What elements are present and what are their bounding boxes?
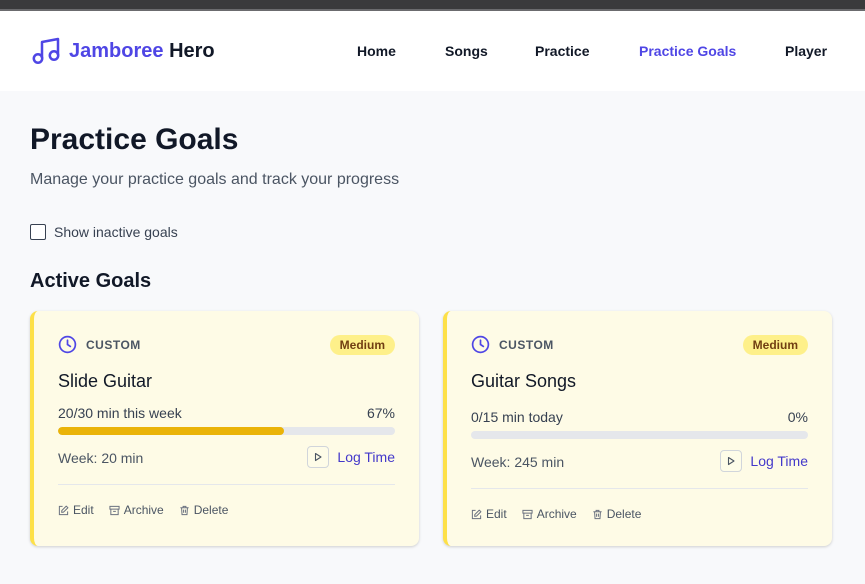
nav-practice[interactable]: Practice [535, 43, 589, 59]
edit-label: Edit [73, 503, 94, 517]
play-icon [720, 450, 743, 472]
music-note-icon [32, 37, 60, 64]
delete-button[interactable]: Delete [179, 503, 229, 517]
edit-label: Edit [486, 507, 507, 521]
week-total: Week: 245 min [471, 454, 565, 470]
clock-icon [471, 335, 490, 354]
progress-text: 20/30 min this week [58, 405, 182, 421]
navbar: Jamboree Hero Home Songs Practice Practi… [0, 11, 865, 91]
card-actions: Edit Archive Delete [471, 507, 656, 521]
goal-type-label: CUSTOM [86, 337, 141, 352]
edit-icon [58, 505, 69, 515]
progress-text: 0/15 min today [471, 409, 563, 425]
show-inactive-checkbox[interactable] [30, 224, 46, 240]
progress-percent: 0% [787, 409, 808, 425]
progress-percent: 67% [366, 405, 395, 421]
nav-songs[interactable]: Songs [445, 43, 488, 59]
edit-icon [471, 509, 482, 519]
log-time-label: Log Time [750, 453, 808, 469]
delete-button[interactable]: Delete [592, 507, 642, 521]
progress-bar-fill [58, 427, 284, 435]
clock-icon [58, 335, 77, 354]
goal-card: CUSTOM Medium Slide Guitar 20/30 min thi… [30, 311, 419, 546]
log-time-label: Log Time [337, 449, 395, 465]
goal-type-label: CUSTOM [499, 337, 554, 352]
edit-button[interactable]: Edit [58, 503, 94, 517]
brand-logo[interactable]: Jamboree Hero [31, 37, 215, 65]
archive-label: Archive [123, 503, 164, 517]
goal-title: Slide Guitar [58, 371, 153, 391]
card-actions: Edit Archive Delete [58, 503, 243, 517]
progress-bar [471, 431, 808, 439]
window-top-strip [0, 0, 865, 11]
archive-icon [109, 505, 120, 515]
log-time-button[interactable]: Log Time [307, 446, 395, 468]
progress-bar [58, 427, 395, 435]
goal-type: CUSTOM [58, 335, 141, 354]
card-divider [471, 488, 808, 489]
delete-label: Delete [606, 507, 642, 521]
brand-name-jamboree: Jamboree [69, 39, 164, 62]
priority-badge: Medium [329, 335, 395, 355]
goal-card: CUSTOM Medium Guitar Songs 0/15 min toda… [443, 311, 832, 546]
goal-title: Guitar Songs [471, 371, 577, 391]
trash-icon [593, 509, 602, 519]
log-time-button[interactable]: Log Time [720, 450, 808, 472]
delete-label: Delete [193, 503, 229, 517]
edit-button[interactable]: Edit [471, 507, 507, 521]
priority-badge: Medium [742, 335, 808, 355]
nav-practice-goals[interactable]: Practice Goals [639, 43, 736, 59]
archive-icon [522, 509, 533, 519]
card-divider [58, 484, 395, 485]
week-total: Week: 20 min [58, 450, 144, 466]
archive-button[interactable]: Archive [109, 503, 164, 517]
nav-player[interactable]: Player [785, 43, 827, 59]
archive-button[interactable]: Archive [522, 507, 577, 521]
brand-name: Jamboree Hero [69, 40, 215, 63]
nav-home[interactable]: Home [357, 43, 396, 59]
brand-name-hero: Hero [169, 39, 215, 62]
archive-label: Archive [536, 507, 577, 521]
play-icon [307, 446, 330, 468]
trash-icon [180, 505, 189, 515]
show-inactive-toggle[interactable]: Show inactive goals [30, 224, 178, 240]
active-goals-heading: Active Goals [30, 270, 152, 292]
page-subtitle: Manage your practice goals and track you… [30, 171, 400, 188]
show-inactive-label: Show inactive goals [54, 224, 178, 240]
page-title: Practice Goals [30, 123, 239, 156]
goal-type: CUSTOM [471, 335, 554, 354]
